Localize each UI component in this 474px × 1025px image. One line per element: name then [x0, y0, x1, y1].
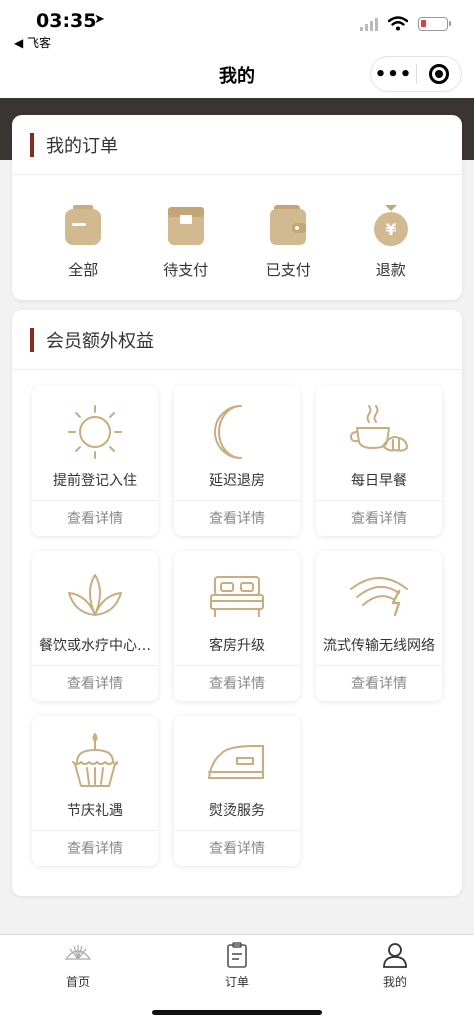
orders-section-title: 我的订单: [46, 135, 118, 157]
order-filter-all-label: 全部: [68, 261, 99, 279]
benefit-label: 节庆礼遇: [67, 803, 123, 819]
cake-icon: [72, 733, 118, 787]
divider: [32, 665, 158, 666]
benefit-daily-breakfast[interactable]: 每日早餐 查看详情: [316, 386, 442, 536]
tab-profile[interactable]: 我的: [365, 941, 425, 990]
tab-orders-label: 订单: [224, 975, 249, 989]
divider: [174, 665, 300, 666]
benefits-section-header: 会员额外权益: [12, 310, 462, 370]
benefit-late-check-out[interactable]: 延迟退房 查看详情: [174, 386, 300, 536]
divider: [174, 830, 300, 831]
section-accent-bar: [30, 327, 34, 352]
more-dots-icon[interactable]: •••: [371, 64, 416, 85]
svg-text:¥: ¥: [385, 220, 396, 239]
view-details-link[interactable]: 查看详情: [32, 838, 158, 858]
coffee-croissant-icon: [350, 405, 408, 452]
view-details-link[interactable]: 查看详情: [32, 673, 158, 693]
clipboard-icon: [227, 942, 247, 968]
view-details-link[interactable]: 查看详情: [174, 673, 300, 693]
view-details-link[interactable]: 查看详情: [174, 508, 300, 528]
wifi-icon: [388, 16, 408, 31]
view-details-link[interactable]: 查看详情: [174, 838, 300, 858]
tab-profile-label: 我的: [382, 975, 407, 989]
benefit-streaming-wifi[interactable]: 流式传输无线网络 查看详情: [316, 551, 442, 701]
mini-program-close-icon: [428, 64, 449, 84]
status-time: 03:35: [36, 10, 97, 32]
order-filter-refund[interactable]: ¥ 退款: [351, 203, 431, 280]
benefits-section-title: 会员额外权益: [46, 330, 154, 352]
benefit-ironing-service[interactable]: 熨烫服务 查看详情: [174, 716, 300, 866]
tab-home-label: 首页: [65, 975, 90, 989]
divider: [32, 830, 158, 831]
benefit-label: 每日早餐: [351, 473, 407, 489]
section-accent-bar: [30, 132, 34, 157]
benefit-early-check-in[interactable]: 提前登记入住 查看详情: [32, 386, 158, 536]
status-indicators: [360, 16, 451, 31]
divider: [174, 500, 300, 501]
sun-icon: [68, 405, 122, 459]
back-to-app-link[interactable]: ◀ 飞客: [14, 34, 51, 51]
benefit-label: 客房升级: [209, 638, 265, 654]
benefit-label: 熨烫服务: [209, 803, 265, 819]
battery-icon: [418, 16, 451, 31]
benefit-label: 延迟退房: [209, 473, 265, 489]
divider: [316, 500, 442, 501]
bed-icon: [210, 576, 264, 617]
moon-icon: [214, 405, 242, 459]
person-icon: [383, 943, 407, 968]
order-filter-paid[interactable]: 已支付: [248, 203, 328, 280]
order-filter-refund-label: 退款: [375, 261, 406, 279]
view-details-link[interactable]: 查看详情: [316, 508, 442, 528]
navigation-bar: 我的 •••: [0, 52, 474, 98]
order-filter-pending-payment[interactable]: 待支付: [146, 203, 226, 280]
view-details-link[interactable]: 查看详情: [32, 508, 158, 528]
order-filter-all[interactable]: 全部: [43, 203, 123, 280]
benefit-label: 流式传输无线网络: [323, 638, 435, 654]
divider: [32, 500, 158, 501]
benefit-label: 提前登记入住: [53, 473, 137, 489]
home-indicator: [152, 1010, 322, 1015]
benefit-room-upgrade[interactable]: 客房升级 查看详情: [174, 551, 300, 701]
wifi-bolt-icon: [350, 577, 408, 617]
orders-section-header: 我的订单: [12, 115, 462, 175]
mini-program-close-button[interactable]: [417, 64, 461, 84]
member-benefits-card: 会员额外权益 提前登记入住 查看详情 延迟退房 查看详情 每日早餐 查看详情 餐…: [12, 310, 462, 896]
benefit-dining-or-spa[interactable]: 餐饮或水疗中心… 查看详情: [32, 551, 158, 701]
location-arrow-icon: ➤: [94, 12, 105, 27]
mini-program-capsule: •••: [370, 56, 462, 92]
tab-orders[interactable]: 订单: [207, 941, 267, 990]
lotus-icon: [68, 574, 122, 616]
order-filter-pending-payment-label: 待支付: [163, 261, 209, 279]
order-filter-paid-label: 已支付: [265, 261, 311, 279]
all-orders-icon: [65, 205, 102, 245]
iron-icon: [208, 745, 264, 779]
benefit-festival-courtesy[interactable]: 节庆礼遇 查看详情: [32, 716, 158, 866]
status-bar: 03:35 ➤ ◀ 飞客: [0, 0, 474, 52]
cellular-signal-icon: [360, 17, 378, 31]
divider: [316, 665, 442, 666]
view-details-link[interactable]: 查看详情: [316, 673, 442, 693]
paid-wallet-icon: [270, 205, 307, 245]
home-fan-icon: [64, 945, 92, 960]
my-orders-card: 我的订单 全部 待支付 已支付 ¥ 退款: [12, 115, 462, 300]
pending-payment-icon: [167, 207, 204, 245]
refund-yen-icon: ¥: [373, 205, 408, 246]
benefit-label: 餐饮或水疗中心…: [39, 638, 151, 654]
tab-home[interactable]: 首页: [48, 941, 108, 990]
